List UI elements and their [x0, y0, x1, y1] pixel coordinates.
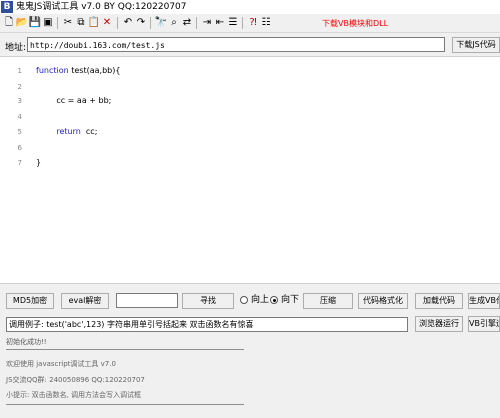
- download-vb-module-link[interactable]: 下载VB模块和DLL: [322, 18, 388, 29]
- find-input[interactable]: [116, 293, 178, 308]
- code-line: cc = aa + bb;: [36, 96, 112, 105]
- radio-selected-dot: [272, 298, 276, 302]
- eval-decrypt-button[interactable]: eval解密: [61, 293, 109, 309]
- code-line-text: test(aa,bb){: [68, 66, 121, 75]
- find-icon[interactable]: 🔭: [154, 16, 168, 30]
- new-file-icon[interactable]: 🗋: [2, 16, 16, 30]
- title-bar: B 鬼鬼JS调试工具 v7.0 BY QQ:120220707: [0, 0, 500, 14]
- code-line: }: [36, 158, 42, 167]
- undo-icon[interactable]: ↶: [121, 16, 135, 30]
- save-all-icon[interactable]: ▣: [41, 16, 55, 30]
- search-down-radio[interactable]: [270, 296, 278, 304]
- toolbar-separator: [57, 17, 58, 29]
- open-folder-icon[interactable]: 📂: [15, 16, 29, 30]
- output-log: 初始化成功!! 欢迎使用 javascript调试工具 v7.0 JS交流QQ群…: [0, 336, 500, 418]
- toolbar: 🗋 📂 💾 ▣ ✂ ⧉ 📋 ✕ ↶ ↷ 🔭 ⌕ ⇄ ⇥ ⇤ ☰ ⁈ ☷ 下载VB…: [0, 14, 500, 33]
- address-label: 地址:: [5, 43, 27, 53]
- search-up-label: 向上: [251, 295, 270, 305]
- log-line: 初始化成功!!: [6, 338, 47, 346]
- line-number: 6: [17, 144, 22, 152]
- save-icon[interactable]: 💾: [28, 16, 42, 30]
- md5-encrypt-button[interactable]: MD5加密: [6, 293, 54, 309]
- format-code-button[interactable]: 代码格式化: [358, 293, 408, 309]
- log-line: JS交流QQ群: 240050896 QQ:120220707: [6, 376, 145, 384]
- call-example-input[interactable]: 调用例子: test('abc',123) 字符串用单引号括起来 双击函数名有惊…: [6, 317, 408, 332]
- line-number: 7: [17, 159, 22, 167]
- code-line: function test(aa,bb){: [36, 66, 120, 76]
- app-icon: B: [1, 1, 13, 13]
- log-divider: [6, 404, 244, 405]
- toolbar-separator: [150, 17, 151, 29]
- search-down-label: 向下: [281, 295, 300, 305]
- log-line: 小提示: 双击函数名, 调用方法会写入调试框: [6, 391, 142, 399]
- line-number: 3: [17, 97, 22, 105]
- settings-icon[interactable]: ☷: [259, 16, 273, 30]
- download-js-button[interactable]: 下载JS代码: [452, 37, 500, 53]
- log-divider: [6, 349, 244, 350]
- address-input[interactable]: http://doubi.163.com/test.js: [27, 37, 445, 52]
- outdent-icon[interactable]: ⇤: [213, 16, 227, 30]
- compress-button[interactable]: 压缩: [303, 293, 353, 309]
- line-number: 1: [17, 67, 22, 75]
- log-line: 欢迎使用 javascript调试工具 v7.0: [6, 360, 116, 368]
- format-icon[interactable]: ☰: [226, 16, 240, 30]
- find-button[interactable]: 寻找: [182, 293, 234, 309]
- search-up-radio[interactable]: [240, 296, 248, 304]
- line-number: 4: [17, 113, 22, 121]
- window-title: 鬼鬼JS调试工具 v7.0 BY QQ:120220707: [16, 2, 187, 12]
- line-number: 2: [17, 83, 22, 91]
- keyword-function: function: [36, 66, 69, 75]
- vb-engine-run-button[interactable]: VB引擎运行: [468, 316, 500, 332]
- copy-icon[interactable]: ⧉: [74, 16, 88, 30]
- cut-icon[interactable]: ✂: [61, 16, 75, 30]
- load-code-button[interactable]: 加载代码: [415, 293, 463, 309]
- toolbar-separator: [242, 17, 243, 29]
- code-editor[interactable]: 1 function test(aa,bb){ 2 3 cc = aa + bb…: [0, 56, 500, 284]
- keyword-return: return: [56, 127, 81, 136]
- redo-icon[interactable]: ↷: [134, 16, 148, 30]
- code-line-text: cc;: [80, 127, 98, 136]
- generate-vb-code-button[interactable]: 生成VB代码: [468, 293, 500, 309]
- browser-run-button[interactable]: 浏览器运行: [415, 316, 463, 332]
- delete-icon[interactable]: ✕: [100, 16, 114, 30]
- paste-icon[interactable]: 📋: [87, 16, 101, 30]
- replace-icon[interactable]: ⇄: [180, 16, 194, 30]
- line-number: 5: [17, 128, 22, 136]
- code-line: return cc;: [36, 127, 97, 137]
- help-icon[interactable]: ⁈: [246, 16, 260, 30]
- indent-icon[interactable]: ⇥: [200, 16, 214, 30]
- toolbar-separator: [117, 17, 118, 29]
- find-next-icon[interactable]: ⌕: [167, 16, 181, 30]
- toolbar-separator: [196, 17, 197, 29]
